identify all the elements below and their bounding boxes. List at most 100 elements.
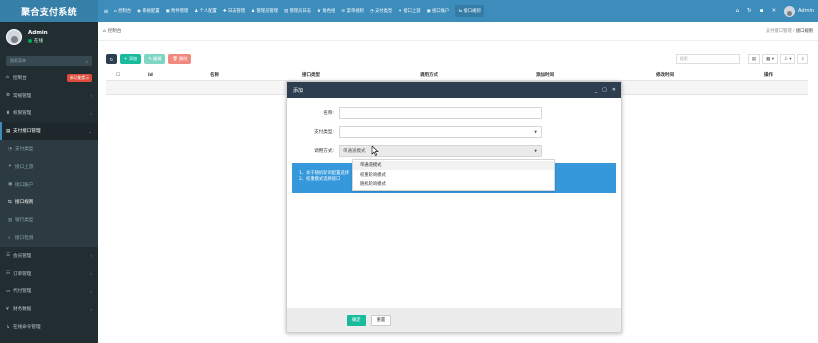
navbar-avatar[interactable] [784, 5, 796, 17]
column-header[interactable]: 名称 [210, 72, 219, 78]
dialog-title-bar[interactable]: 添加 _ ▢ ✕ [287, 82, 621, 98]
nav-link-profile[interactable]: ♟ 个人配置 [194, 8, 217, 15]
sidebar-search-input[interactable]: 搜索菜单 ⌕ [6, 56, 92, 66]
nav-link-rules[interactable]: ⇆ 接口规则 [455, 5, 484, 17]
sidebar-item-finance[interactable]: ¥ 财务数据 ‹ [0, 300, 98, 318]
user-panel: Admin 在线 [0, 22, 98, 52]
toggle-view-icon[interactable]: ▤ [747, 54, 761, 64]
navbar-admin-name[interactable]: Admin [798, 8, 814, 14]
select-all-checkbox[interactable]: ☐ [116, 73, 120, 78]
column-header[interactable]: 添加时间 [536, 72, 554, 78]
search-icon[interactable]: ⌕ [797, 54, 808, 64]
sidebar-item-rules[interactable]: ⇆ 接口规则 [0, 193, 98, 212]
sidebar-item-online-command[interactable]: ↳ 在线命令管理 [0, 318, 98, 336]
sidebar-item-label: 订单管理 [13, 271, 32, 277]
breadcrumb-home[interactable]: 控制台 [108, 28, 122, 34]
call-mode-select[interactable]: 单通道模式 ▼ [339, 144, 542, 157]
nav-link-label: 日志管理 [227, 9, 246, 14]
sidebar-item-payment-type[interactable]: ◔ 支付类型 [0, 140, 98, 158]
table-search-input[interactable]: 搜索 [675, 54, 740, 64]
search-icon: ⌕ [8, 236, 11, 242]
reset-button[interactable]: 重置 [370, 314, 392, 326]
sidebar-item-dashboard[interactable]: ⌂ 控制台 新功能提示 [0, 69, 98, 87]
pie-icon: ◔ [369, 8, 374, 14]
fullscreen-icon[interactable]: ▪ [760, 8, 764, 14]
chevron-down-icon: ▼ [534, 148, 537, 153]
close-icon[interactable]: ✕ [612, 87, 616, 93]
refresh-icon[interactable]: ↻ [747, 8, 752, 14]
export-icon[interactable]: ⇩ ▾ [780, 54, 796, 64]
nav-link-roles[interactable]: ♛ 角色组 [317, 8, 335, 15]
refresh-button[interactable]: ↻ [106, 54, 117, 64]
menu-toggle-icon[interactable]: ≡ [98, 8, 114, 15]
minimize-icon[interactable]: _ [595, 87, 598, 93]
nav-link-menu-rules[interactable]: ☰ 菜单规则 [341, 8, 364, 15]
breadcrumb-current: 接口规则 [795, 29, 813, 34]
columns-icon[interactable]: ▦ ▾ [762, 54, 778, 64]
search-icon[interactable]: ⌕ [86, 59, 88, 64]
chevron-left-icon: ‹ [90, 288, 92, 294]
maximize-icon[interactable]: ▢ [602, 87, 607, 93]
nav-link-payment-type[interactable]: ◔ 支付类型 [369, 8, 392, 15]
sidebar-item-label: 控制台 [13, 75, 27, 81]
sidebar-item-payout[interactable]: ▭ 代付管理 ‹ [0, 283, 98, 301]
sidebar-item-general[interactable]: ⚙ 常规管理 ‹ [0, 87, 98, 105]
orders-icon: ☷ [6, 271, 11, 277]
delete-button[interactable]: 🗑 删除 [168, 54, 192, 64]
nav-link-account[interactable]: ▣ 接口账户 [427, 8, 450, 15]
sidebar-item-account[interactable]: ▣ 接口账户 [0, 175, 98, 194]
cog-icon: ◉ [137, 8, 141, 14]
dropdown-option[interactable]: 单通道模式 [353, 161, 554, 170]
sidebar-item-label: 接口上游 [15, 164, 34, 170]
plane-icon: ✦ [8, 164, 12, 170]
edit-button[interactable]: ✎ 编辑 [144, 54, 166, 64]
nav-link-label: 管理员日志 [289, 9, 312, 14]
home-icon[interactable]: ⌂ [736, 8, 740, 14]
sidebar-item-bank-type[interactable]: ▥ 银行类型 [0, 211, 98, 230]
new-feature-badge: 新功能提示 [67, 73, 92, 82]
sidebar-item-members[interactable]: ☰ 会员管理 ‹ [0, 247, 98, 265]
column-header: 操作 [764, 73, 773, 78]
nav-link-attachments[interactable]: ▣ 附件管理 [165, 8, 189, 15]
column-header[interactable]: 调用方式 [420, 72, 438, 78]
confirm-button[interactable]: 确定 [347, 314, 366, 326]
plus-icon: ✚ [222, 8, 227, 14]
yen-icon: ¥ [6, 306, 9, 312]
nav-link-upstream[interactable]: ✦ 接口上游 [398, 8, 421, 15]
nav-link-dashboard[interactable]: ⌂ 控制台 [114, 8, 132, 15]
name-field[interactable] [339, 106, 542, 119]
nav-link-admin-log[interactable]: ▤ 管理员日志 [284, 8, 312, 15]
sidebar-item-interface-check[interactable]: ⌕ 接口检测 [0, 229, 98, 247]
nav-link-label: 附件管理 [171, 9, 189, 14]
column-header[interactable]: Id [148, 73, 153, 78]
home-icon: ⌂ [114, 8, 117, 14]
sidebar-item-upstream[interactable]: ✦ 接口上游 [0, 157, 98, 176]
breadcrumb-parent[interactable]: 支付接口管理 [766, 29, 792, 34]
form-row-payment-type: 支付类型: ▼ [287, 125, 623, 138]
add-button[interactable]: + 添加 [120, 54, 142, 64]
image-icon: ▣ [165, 8, 170, 14]
nav-link-admins[interactable]: ♟ 管理员管理 [251, 8, 278, 15]
terminal-icon: ↳ [6, 324, 10, 330]
sidebar-item-payment-interface[interactable]: ▤ 支付接口管理 ⌄ [0, 122, 98, 141]
list-icon: ▤ [6, 128, 11, 134]
dropdown-option[interactable]: 权重轮询模式 [353, 171, 554, 180]
rules-icon: ⇆ [8, 199, 12, 205]
breadcrumb: ⌂ 控制台 支付接口管理 / 接口规则 [98, 22, 818, 41]
column-header[interactable]: 修改时间 [656, 72, 674, 78]
column-header[interactable]: 接口类型 [302, 72, 320, 78]
sidebar-item-orders[interactable]: ☷ 订单管理 ‹ [0, 265, 98, 283]
nav-link-system-config[interactable]: ◉ 系统配置 [137, 8, 159, 15]
nav-link-logs[interactable]: ✚ 日志管理 [222, 8, 246, 15]
close-icon[interactable]: ✕ [771, 8, 776, 14]
chevron-left-icon: ‹ [90, 93, 92, 99]
dialog-title: 添加 [293, 87, 304, 94]
sidebar-item-label: 接口规则 [15, 200, 34, 206]
sidebar-item-permissions[interactable]: ♜ 权限管理 ‹ [0, 105, 98, 123]
app-logo[interactable]: 聚合支付系统 [0, 0, 98, 22]
payment-type-select[interactable]: ▼ [339, 125, 542, 138]
nav-link-label: 控制台 [118, 9, 132, 14]
payment-type-label: 支付类型: [314, 129, 334, 135]
dropdown-option[interactable]: 随机轮询模式 [353, 180, 554, 189]
nav-link-label: 接口上游 [403, 9, 421, 14]
